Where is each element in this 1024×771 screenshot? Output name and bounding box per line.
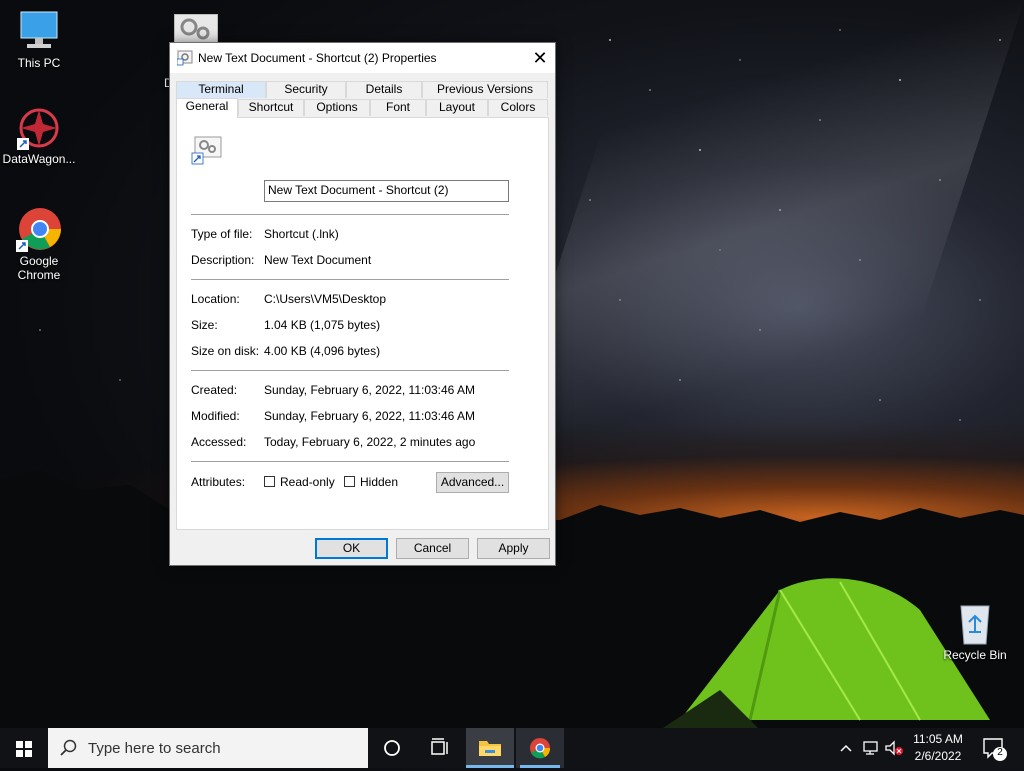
- title-bar[interactable]: New Text Document - Shortcut (2) Propert…: [170, 43, 555, 73]
- taskbar-file-explorer[interactable]: [466, 728, 514, 768]
- size-on-disk-value: 4.00 KB (4,096 bytes): [264, 344, 381, 358]
- created-label: Created:: [191, 383, 238, 397]
- notification-count-badge: 2: [997, 747, 1003, 758]
- clock-time[interactable]: 11:05 AM: [908, 732, 968, 746]
- gear-icon: [180, 18, 210, 40]
- clock-date[interactable]: 2/6/2022: [908, 749, 968, 763]
- desktop-icon-datawagon[interactable]: DataWagon...: [1, 106, 77, 166]
- search-icon: [60, 739, 77, 756]
- type-label: Type of file:: [191, 227, 253, 241]
- datawagon-icon: [17, 108, 59, 150]
- network-icon[interactable]: [862, 739, 880, 757]
- tab-shortcut[interactable]: Shortcut: [238, 99, 304, 116]
- tab-previous-versions[interactable]: Previous Versions: [422, 81, 548, 98]
- dialog-title: New Text Document - Shortcut (2) Propert…: [198, 51, 437, 65]
- apply-button[interactable]: Apply: [477, 538, 550, 559]
- properties-dialog: New Text Document - Shortcut (2) Propert…: [169, 42, 556, 566]
- desktop-icon-this-pc[interactable]: This PC: [1, 10, 77, 70]
- separator: [191, 461, 509, 462]
- desktop-icon-label: Google Chrome: [17, 254, 61, 282]
- notification-center-button[interactable]: 2: [980, 736, 1010, 762]
- start-button[interactable]: [0, 728, 48, 768]
- recycle-bin-icon: [960, 605, 990, 645]
- cortana-button[interactable]: [368, 728, 416, 768]
- location-value: C:\Users\VM5\Desktop: [264, 292, 387, 306]
- tab-terminal[interactable]: Terminal: [176, 81, 266, 98]
- chevron-up-icon[interactable]: [838, 740, 854, 756]
- task-view-button[interactable]: [416, 728, 464, 768]
- ok-button[interactable]: OK: [315, 538, 388, 559]
- size-on-disk-label: Size on disk:: [191, 344, 260, 358]
- desktop-icon-label: DataWagon...: [2, 152, 76, 166]
- taskbar-search-box[interactable]: Type here to search: [48, 728, 368, 768]
- desktop-icon-label: This PC: [17, 56, 61, 70]
- volume-muted-icon[interactable]: [884, 739, 904, 757]
- created-value: Sunday, February 6, 2022, 11:03:46 AM: [264, 383, 476, 397]
- close-button[interactable]: ✕: [525, 43, 555, 73]
- desktop-icon-label: Recycle Bin: [943, 648, 1007, 662]
- cortana-circle-icon: [384, 740, 400, 756]
- taskbar: Type here to search 11:05 AM 2/6/2022 2: [0, 728, 1024, 768]
- folder-icon: [466, 741, 514, 768]
- shortcut-file-icon: [177, 50, 193, 66]
- shortcut-large-icon: [191, 136, 222, 165]
- accessed-value: Today, February 6, 2022, 2 minutes ago: [264, 435, 476, 449]
- attributes-label: Attributes:: [191, 475, 246, 489]
- size-value: 1.04 KB (1,075 bytes): [264, 318, 381, 332]
- tab-layout[interactable]: Layout: [426, 99, 488, 116]
- tab-details[interactable]: Details: [346, 81, 422, 98]
- computer-icon: [20, 11, 58, 48]
- readonly-checkbox[interactable]: [264, 476, 275, 487]
- search-placeholder: Type here to search: [88, 740, 221, 757]
- tab-general[interactable]: General: [176, 98, 238, 118]
- type-value: Shortcut (.lnk): [264, 227, 339, 241]
- modified-label: Modified:: [191, 409, 240, 423]
- hidden-checkbox[interactable]: [344, 476, 355, 487]
- separator: [191, 214, 509, 215]
- description-value: New Text Document: [264, 253, 372, 267]
- desktop-icon-recycle-bin[interactable]: Recycle Bin: [937, 602, 1013, 662]
- modified-value: Sunday, February 6, 2022, 11:03:46 AM: [264, 409, 476, 423]
- readonly-label[interactable]: Read-only: [280, 475, 335, 489]
- location-label: Location:: [191, 292, 240, 306]
- taskbar-chrome[interactable]: [516, 728, 564, 768]
- tab-colors[interactable]: Colors: [488, 99, 548, 116]
- chrome-icon: [16, 208, 61, 252]
- notification-icon: [983, 738, 1007, 761]
- desktop-icon-google-chrome[interactable]: Google Chrome: [1, 206, 77, 282]
- general-tab-panel: New Text Document - Shortcut (2) Type of…: [176, 117, 549, 530]
- separator: [191, 279, 509, 280]
- tab-options[interactable]: Options: [304, 99, 370, 116]
- tab-font[interactable]: Font: [370, 99, 426, 116]
- task-view-icon: [431, 738, 448, 755]
- cancel-button[interactable]: Cancel: [396, 538, 469, 559]
- separator: [191, 370, 509, 371]
- windows-logo-icon: [16, 741, 32, 757]
- close-icon: ✕: [532, 48, 548, 68]
- advanced-button[interactable]: Advanced...: [436, 472, 509, 493]
- tab-security[interactable]: Security: [266, 81, 346, 98]
- accessed-label: Accessed:: [191, 435, 247, 449]
- hidden-label[interactable]: Hidden: [360, 475, 398, 489]
- chrome-icon: [520, 738, 560, 768]
- file-name-input[interactable]: New Text Document - Shortcut (2): [264, 180, 509, 202]
- description-label: Description:: [191, 253, 255, 267]
- size-label: Size:: [191, 318, 218, 332]
